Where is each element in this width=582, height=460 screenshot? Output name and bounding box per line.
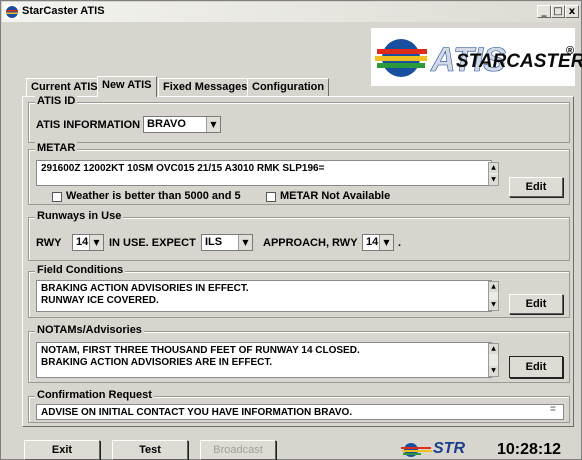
field-conditions-scrollbar[interactable]: ▲ ▼ — [488, 281, 499, 311]
atis-information-label: ATIS INFORMATION — [36, 119, 141, 131]
period-label: . — [398, 237, 402, 249]
group-label: METAR — [35, 142, 78, 154]
field-conditions-edit-button[interactable]: Edit — [509, 294, 563, 314]
select-value: 14 — [76, 236, 89, 248]
scroll-up-icon[interactable]: ▲ — [489, 344, 498, 354]
starcaster-logo: ATIS STARCASTER ® — [371, 28, 582, 86]
exit-button[interactable]: Exit — [24, 440, 100, 460]
approach-rwy-select[interactable]: 14 ▼ — [362, 234, 394, 251]
approach-type-select[interactable]: ILS ▼ — [201, 234, 253, 251]
notams-edit-button[interactable]: Edit — [509, 356, 563, 378]
scroll-down-icon[interactable]: ▼ — [489, 366, 498, 376]
logo-text: STARCASTER — [456, 51, 582, 72]
metar-scrollbar[interactable]: ▲ ▼ — [488, 162, 499, 186]
window-title: StarCaster ATIS — [22, 5, 105, 17]
approach-label: APPROACH, RWY — [263, 237, 358, 249]
test-button[interactable]: Test — [112, 440, 188, 460]
rwy-select[interactable]: 14 ▼ — [72, 234, 104, 251]
metar-not-available-checkbox[interactable] — [266, 192, 276, 202]
runways-group: Runways in Use RWY 14 ▼ IN USE. EXPECT I… — [28, 210, 570, 261]
confirmation-text[interactable]: ADVISE ON INITIAL CONTACT YOU HAVE INFOR… — [36, 404, 564, 420]
select-value: ILS — [205, 236, 223, 248]
tab-fixed-messages[interactable]: Fixed Messages — [158, 78, 253, 96]
confirmation-group: Confirmation Request ADVISE ON INITIAL C… — [28, 389, 570, 423]
chevron-down-icon[interactable]: ▼ — [206, 117, 220, 132]
chevron-down-icon[interactable]: ▼ — [89, 235, 103, 250]
maximize-button[interactable]: □ — [551, 5, 565, 18]
chevron-down-icon[interactable]: ▼ — [238, 235, 252, 250]
rwy-label: RWY — [36, 237, 62, 249]
str-globe-icon — [401, 443, 432, 457]
metar-group: METAR 291600Z 12002KT 10SM OVC015 21/15 … — [28, 142, 570, 205]
scroll-handle-icon[interactable]: = — [550, 404, 556, 415]
field-conditions-group: Field Conditions BRAKING ACTION ADVISORI… — [28, 264, 570, 318]
group-label: NOTAMs/Advisories — [35, 324, 144, 336]
field-conditions-text[interactable]: BRAKING ACTION ADVISORIES IN EFFECT. RUN… — [36, 280, 492, 312]
group-label: Runways in Use — [35, 210, 124, 222]
app-icon — [5, 5, 19, 19]
scroll-down-icon[interactable]: ▼ — [489, 300, 498, 310]
select-value: BRAVO — [147, 118, 186, 130]
in-use-label: IN USE. EXPECT — [109, 237, 196, 249]
tab-new-atis[interactable]: New ATIS — [97, 76, 157, 97]
close-button[interactable]: x — [565, 5, 579, 18]
notams-text[interactable]: NOTAM, FIRST THREE THOUSAND FEET OF RUNW… — [36, 342, 492, 378]
atis-information-select[interactable]: BRAVO ▼ — [143, 116, 221, 133]
metar-edit-button[interactable]: Edit — [509, 177, 563, 197]
logo-registered: ® — [566, 45, 575, 57]
main-window: StarCaster ATIS _ □ x ATIS STARCASTER ® … — [0, 0, 582, 460]
metar-text[interactable]: 291600Z 12002KT 10SM OVC015 21/15 A3010 … — [36, 160, 492, 186]
title-bar[interactable]: StarCaster ATIS _ □ x — [2, 2, 580, 22]
group-label: Field Conditions — [35, 264, 126, 276]
minimize-button[interactable]: _ — [537, 5, 551, 18]
tab-current-atis[interactable]: Current ATIS — [26, 78, 103, 96]
weather-better-checkbox[interactable] — [52, 192, 62, 202]
select-value: 14 — [366, 236, 379, 248]
clock: 10:28:12 — [497, 441, 562, 458]
weather-better-label: Weather is better than 5000 and 5 — [66, 190, 241, 202]
tab-configuration[interactable]: Configuration — [247, 78, 330, 96]
scroll-down-icon[interactable]: ▼ — [489, 175, 498, 185]
broadcast-button[interactable]: Broadcast — [200, 440, 276, 460]
scroll-up-icon[interactable]: ▲ — [489, 163, 498, 173]
str-logo-text: STR — [433, 440, 465, 457]
notams-group: NOTAMs/Advisories NOTAM, FIRST THREE THO… — [28, 324, 570, 383]
metar-not-available-label: METAR Not Available — [280, 190, 391, 202]
scroll-up-icon[interactable]: ▲ — [489, 282, 498, 292]
chevron-down-icon[interactable]: ▼ — [379, 235, 393, 250]
group-label: ATIS ID — [35, 95, 78, 107]
atis-id-group: ATIS ID ATIS INFORMATION BRAVO ▼ — [28, 95, 570, 143]
group-label: Confirmation Request — [35, 389, 154, 401]
notams-scrollbar[interactable]: ▲ ▼ — [488, 343, 499, 377]
